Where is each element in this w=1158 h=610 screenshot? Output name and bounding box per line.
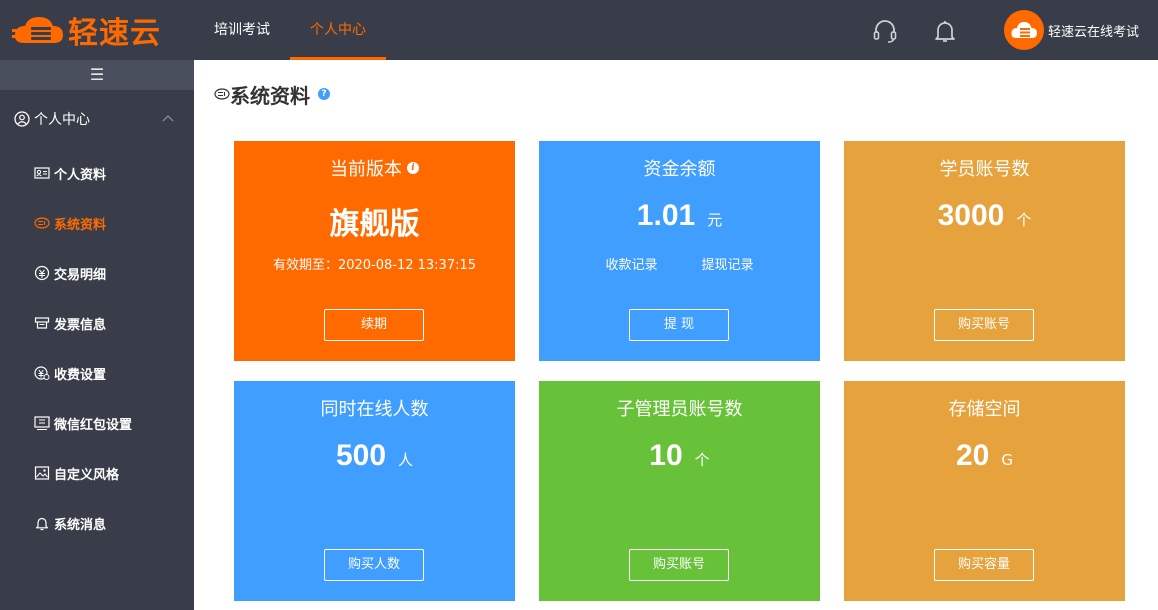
value-unit: 个: [694, 451, 710, 469]
system-info-icon: [34, 217, 50, 229]
sidebar-group-label: 个人中心: [34, 112, 90, 128]
bell-icon: [35, 517, 49, 531]
balance-links: 收款记录 提现记录: [539, 254, 820, 273]
card-title: 资金余额: [643, 159, 716, 180]
sidebar-item-profile[interactable]: 个人资料: [0, 148, 194, 198]
card-version: 当前版本 i 旗舰版 有效期至：2020-08-12 13:37:15 续期: [234, 141, 515, 361]
transaction-icon: [34, 265, 50, 281]
value-number: 500: [335, 439, 387, 472]
cloud-logo-icon: [12, 17, 63, 43]
value-number: 1.01: [636, 199, 696, 232]
storage-value: 20 G: [844, 439, 1125, 473]
main-content: 系统资料 ? 当前版本 i 旗舰版 有效期至：2020-08-12 13:37:…: [194, 60, 1158, 610]
buy-storage-button[interactable]: 购买容量: [934, 549, 1034, 581]
value-unit: 人: [398, 451, 414, 469]
top-bar: 轻速云 培训考试 个人中心 轻速云在线考试: [0, 0, 1158, 60]
page-title-text: 系统资料: [230, 83, 310, 108]
chevron-up-icon[interactable]: [162, 114, 174, 122]
sidebar-group-personal-center[interactable]: 个人中心: [0, 90, 194, 148]
sidebar-item-label: 自定义风格: [54, 467, 120, 483]
sidebar: ☰ 个人中心 个人资料 系统资料 交易明细 发票信息 收费设置 微信红包设置 自…: [0, 60, 194, 610]
sidebar-item-label: 交易明细: [54, 267, 107, 283]
sidebar-item-custom-style[interactable]: 自定义风格: [0, 448, 194, 498]
value-number: 3000: [937, 199, 1005, 232]
sidebar-item-invoice[interactable]: 发票信息: [0, 298, 194, 348]
user-menu[interactable]: 轻速云在线考试: [1004, 10, 1139, 50]
sidebar-item-wechat-red-packet[interactable]: 微信红包设置: [0, 398, 194, 448]
sidebar-item-label: 微信红包设置: [54, 417, 133, 433]
value-unit: 个: [1016, 211, 1032, 229]
sidebar-item-label: 系统消息: [54, 517, 107, 533]
red-packet-icon: [34, 416, 50, 431]
card-balance: 资金余额 1.01 元 收款记录 提现记录 提 现: [539, 141, 820, 361]
card-student-accounts: 学员账号数 3000 个 购买账号: [844, 141, 1125, 361]
user-name: 轻速云在线考试: [1048, 24, 1140, 40]
version-value: 旗舰版: [329, 207, 420, 242]
headset-icon[interactable]: [872, 18, 898, 44]
sidebar-toggle-button[interactable]: ☰: [0, 60, 194, 90]
card-title: 同时在线人数: [320, 399, 429, 420]
sidebar-item-label: 收费设置: [54, 367, 107, 383]
sidebar-item-label: 系统资料: [54, 217, 107, 233]
id-card-icon: [34, 167, 50, 179]
sidebar-item-fee-settings[interactable]: 收费设置: [0, 348, 194, 398]
sidebar-item-transactions[interactable]: 交易明细: [0, 248, 194, 298]
nav-personal-center[interactable]: 个人中心: [290, 0, 386, 60]
brand-logo[interactable]: 轻速云: [12, 10, 161, 51]
value-unit: G: [1001, 451, 1013, 469]
card-title: 学员账号数: [939, 159, 1030, 180]
expiry-date: 有效期至：2020-08-12 13:37:15: [272, 258, 477, 273]
avatar[interactable]: [1004, 10, 1044, 50]
sidebar-item-system-messages[interactable]: 系统消息: [0, 498, 194, 548]
help-icon[interactable]: ?: [318, 88, 330, 100]
buy-accounts-button[interactable]: 购买账号: [934, 309, 1034, 341]
card-concurrent-online: 同时在线人数 500 人 购买人数: [234, 381, 515, 601]
value-number: 10: [649, 439, 683, 472]
cloud-avatar-icon: [1011, 22, 1037, 38]
value-unit: 元: [707, 211, 723, 229]
image-icon: [34, 466, 50, 480]
student-accounts-value: 3000 个: [844, 199, 1125, 233]
withdraw-button[interactable]: 提 现: [629, 309, 729, 341]
card-title: 存储空间: [948, 399, 1021, 420]
card-sub-admin-accounts: 子管理员账号数 10 个 购买账号: [539, 381, 820, 601]
card-storage: 存储空间 20 G 购买容量: [844, 381, 1125, 601]
user-circle-icon: [14, 111, 30, 127]
card-title-text: 当前版本: [330, 159, 402, 180]
concurrent-online-value: 500 人: [234, 439, 515, 473]
sidebar-item-label: 个人资料: [54, 167, 107, 183]
brand-name: 轻速云: [68, 16, 161, 51]
bell-icon[interactable]: [932, 18, 958, 44]
sub-admin-value: 10 个: [539, 439, 820, 473]
value-number: 20: [956, 439, 990, 472]
fee-icon: [34, 366, 50, 380]
system-info-icon: [214, 88, 230, 100]
page-title: 系统资料 ?: [214, 82, 330, 108]
card-title: 子管理员账号数: [616, 399, 743, 420]
card-title: 当前版本 i: [234, 155, 515, 181]
buy-admin-accounts-button[interactable]: 购买账号: [629, 549, 729, 581]
sidebar-item-system-info[interactable]: 系统资料: [0, 198, 194, 248]
nav-training-exam[interactable]: 培训考试: [194, 0, 290, 60]
sidebar-item-label: 发票信息: [54, 317, 107, 333]
balance-value: 1.01 元: [539, 199, 820, 233]
invoice-icon: [34, 317, 50, 329]
withdraw-records-link[interactable]: 提现记录: [702, 254, 754, 273]
top-nav: 培训考试 个人中心: [194, 0, 386, 60]
renew-button[interactable]: 续期: [324, 309, 424, 341]
info-icon[interactable]: i: [407, 162, 419, 174]
buy-seats-button[interactable]: 购买人数: [324, 549, 424, 581]
receipt-records-link[interactable]: 收款记录: [605, 254, 657, 273]
